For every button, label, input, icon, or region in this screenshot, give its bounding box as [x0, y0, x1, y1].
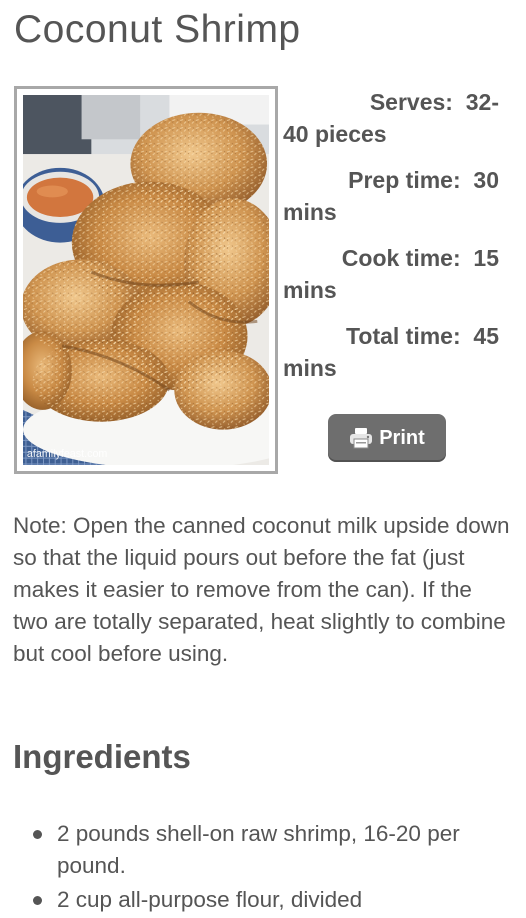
meta-value-cont: 40 pieces	[283, 121, 387, 147]
bullet-icon	[33, 830, 42, 839]
list-item: 2 cup all-purpose flour, divided	[33, 884, 513, 916]
meta-total-time: Total time: 45 mins	[283, 320, 499, 384]
photo-watermark: afamilyfeast.com	[27, 448, 107, 460]
meta-value: 45	[473, 323, 499, 349]
meta-label: Serves:	[369, 89, 453, 115]
meta-value: 15	[473, 245, 499, 271]
meta-prep-time: Prep time: 30 mins	[283, 164, 499, 228]
recipe-meta: Serves: 32- 40 pieces Prep time: 30 mins…	[283, 86, 499, 398]
ingredient-text: 2 cup all-purpose flour, divided	[57, 887, 363, 912]
printer-icon	[349, 427, 373, 449]
meta-value-cont: mins	[283, 277, 337, 303]
coconut-shrimp-photo: afamilyfeast.com	[23, 95, 269, 465]
list-item: 2 pounds shell-on raw shrimp, 16-20 per …	[33, 818, 513, 882]
meta-label: Total time:	[346, 323, 461, 349]
meta-label: Prep time:	[348, 167, 461, 193]
meta-value: 30	[473, 167, 499, 193]
print-button[interactable]: Print	[328, 414, 446, 462]
meta-label: Cook time:	[341, 245, 461, 271]
print-label: Print	[379, 426, 425, 449]
ingredients-heading: Ingredients	[13, 738, 191, 775]
ingredients-list: 2 pounds shell-on raw shrimp, 16-20 per …	[33, 818, 513, 918]
meta-cook-time: Cook time: 15 mins	[283, 242, 499, 306]
recipe-photo: afamilyfeast.com	[14, 86, 278, 474]
meta-value-cont: mins	[283, 199, 337, 225]
meta-value-cont: mins	[283, 355, 337, 381]
bullet-icon	[33, 896, 42, 905]
ingredient-text: 2 pounds shell-on raw shrimp, 16-20 per …	[57, 821, 460, 878]
meta-value: 32-	[465, 89, 499, 115]
recipe-note: Note: Open the canned coconut milk upsid…	[13, 513, 510, 666]
meta-serves: Serves: 32- 40 pieces	[283, 86, 499, 150]
recipe-title: Coconut Shrimp	[14, 8, 301, 51]
